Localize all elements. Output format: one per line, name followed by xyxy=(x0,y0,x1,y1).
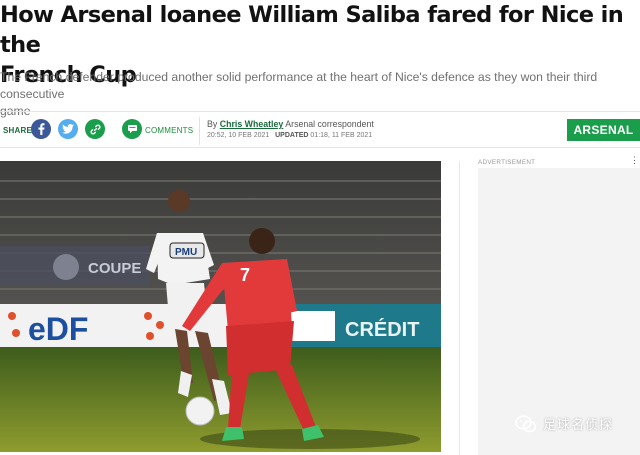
author-link[interactable]: Chris Wheatley xyxy=(220,119,284,129)
board-credit: CRÉDIT xyxy=(345,318,419,341)
twitter-icon[interactable] xyxy=(58,119,78,139)
match-photo: COUPE eDF CRÉDIT PMU 7 xyxy=(0,161,441,452)
wechat-icon xyxy=(515,414,537,432)
updated-label: UPDATED xyxy=(275,132,309,139)
article-dates: 20:52, 10 FEB 2021 UPDATED 01:18, 11 FEB… xyxy=(207,132,372,139)
standfirst-line-1: The French defender produced another sol… xyxy=(0,70,598,101)
article-hero-photo: COUPE eDF CRÉDIT PMU 7 xyxy=(0,161,441,452)
share-label: SHARE xyxy=(3,126,33,135)
byline-by: By xyxy=(207,119,218,129)
sponsor-pmu: PMU xyxy=(175,247,197,258)
watermark: 足球名侦探 xyxy=(515,414,613,433)
ad-options-icon[interactable]: ⋮ xyxy=(630,155,639,166)
sidebar-separator xyxy=(459,161,460,455)
link-icon[interactable] xyxy=(85,119,105,139)
facebook-icon[interactable] xyxy=(31,119,51,139)
board-edf: eDF xyxy=(28,311,88,347)
comments-link[interactable]: COMMENTS xyxy=(145,126,193,135)
article-standfirst: The French defender produced another sol… xyxy=(0,69,638,120)
advertisement-slot[interactable] xyxy=(478,168,640,455)
comments-icon[interactable] xyxy=(122,119,142,139)
section-tag-arsenal[interactable]: ARSENAL xyxy=(567,119,640,141)
advertisement-label: ADVERTISEMENT xyxy=(478,159,536,166)
board-coupe: COUPE xyxy=(88,260,141,277)
ball xyxy=(185,396,215,426)
byline: By Chris Wheatley Arsenal correspondent xyxy=(207,119,374,129)
player-number: 7 xyxy=(240,265,250,285)
divider-top xyxy=(0,111,640,112)
author-role: Arsenal correspondent xyxy=(285,119,374,129)
updated-date: 01:18, 11 FEB 2021 xyxy=(310,132,373,139)
published-date: 20:52, 10 FEB 2021 xyxy=(207,132,270,139)
watermark-text: 足球名侦探 xyxy=(543,417,614,432)
share-bar: SHARE COMMENTS By Chris Wheatley Arsenal… xyxy=(0,117,640,147)
divider-bottom xyxy=(0,147,640,148)
headline-line-1: How Arsenal loanee William Saliba fared … xyxy=(0,2,624,58)
byline-separator xyxy=(199,117,200,145)
